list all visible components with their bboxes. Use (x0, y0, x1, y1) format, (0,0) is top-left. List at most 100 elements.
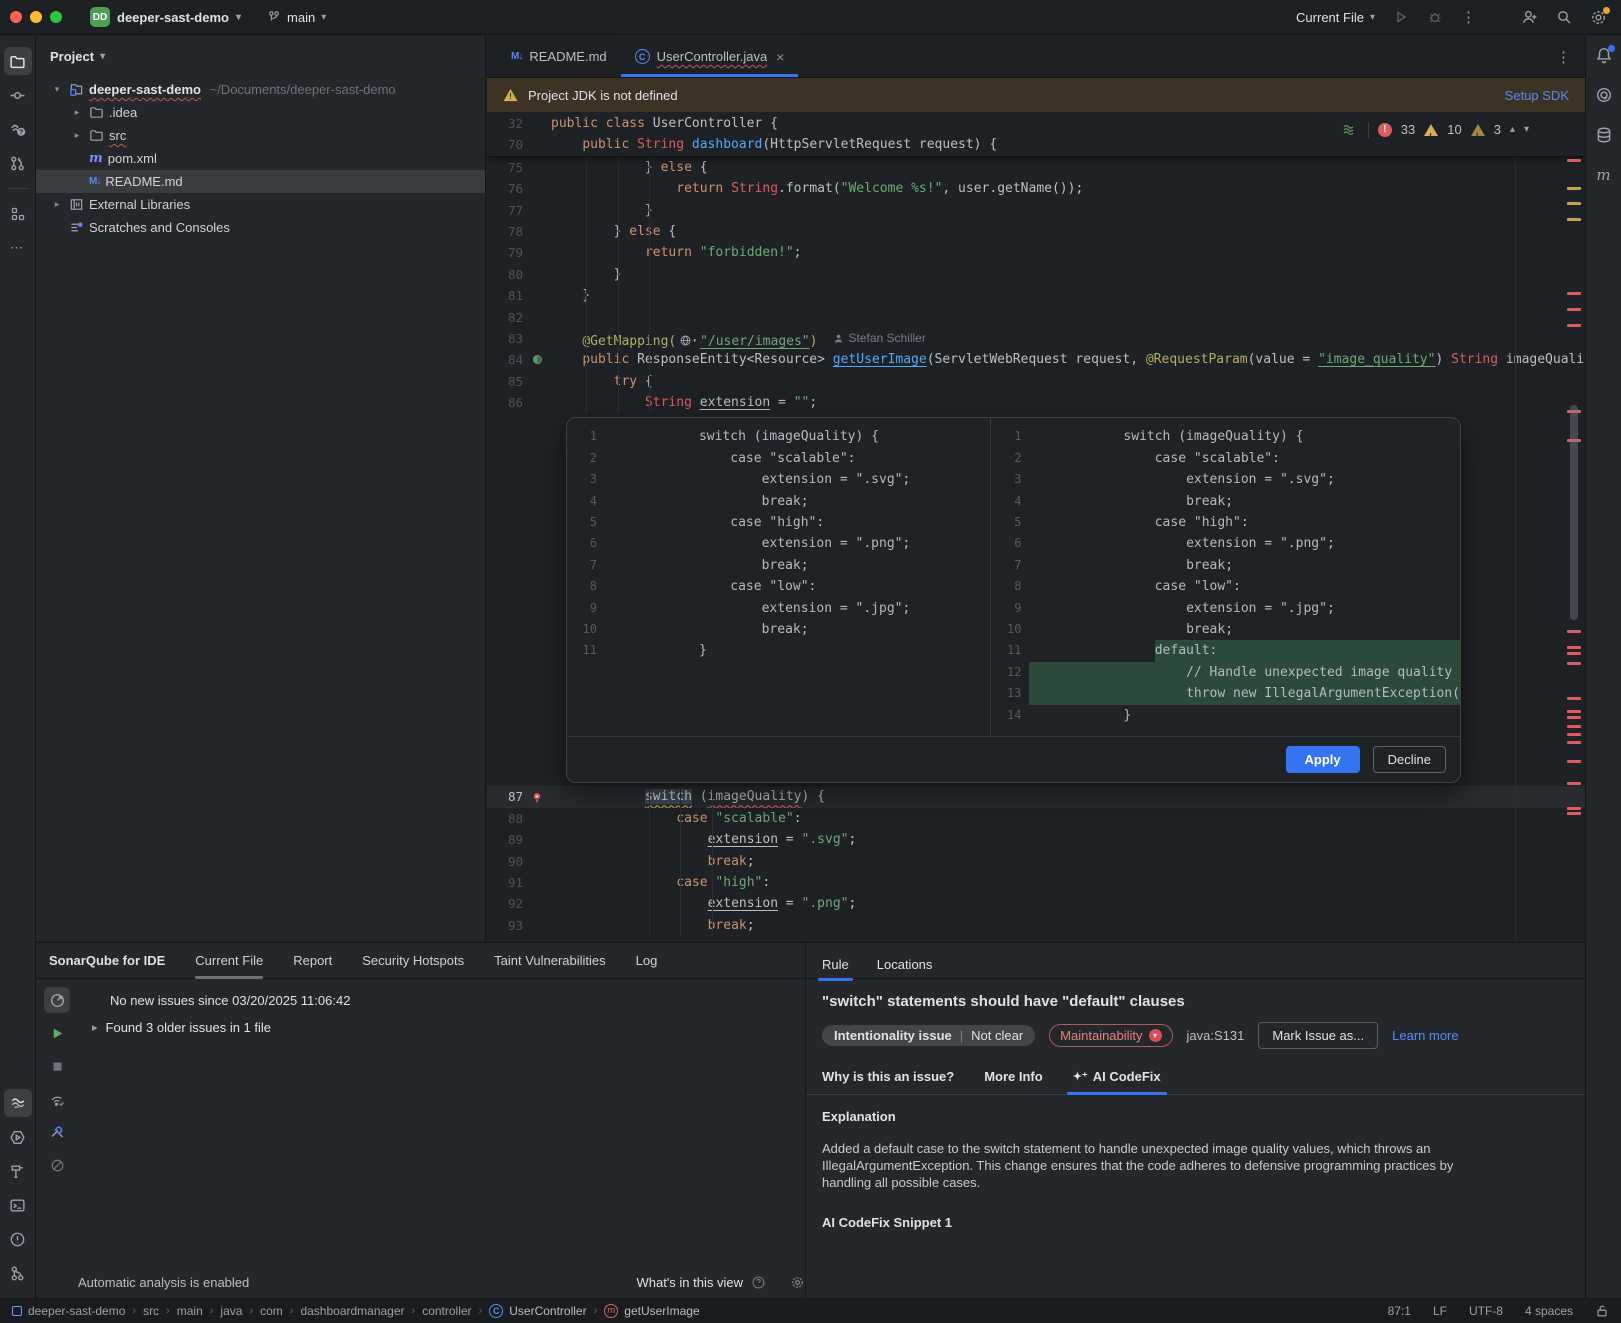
inspections-widget[interactable]: ! 33 10 3 ▴ ▾ (1342, 119, 1529, 140)
more-tools-icon[interactable]: ⋯ (4, 234, 32, 262)
tab-taint-vulnerabilities[interactable]: Taint Vulnerabilities (494, 943, 606, 979)
gutter[interactable]: 84 (487, 349, 551, 370)
close-window-button[interactable] (10, 11, 22, 23)
maintainability-badge[interactable]: Maintainability ▾ (1049, 1024, 1172, 1047)
code-line-83[interactable]: 83@GetMapping(▾"/user/images")Stefan Sch… (487, 328, 1585, 349)
project-selector[interactable]: DD deeper-sast-demo ▾ (90, 7, 241, 27)
gutter[interactable]: 93 (487, 915, 551, 936)
build-tool-icon[interactable] (4, 1157, 32, 1185)
project-tool-icon[interactable] (4, 47, 32, 75)
gutter[interactable]: 90 (487, 851, 551, 872)
breadcrumb-item-usercontroller[interactable]: CUserController (489, 1304, 586, 1318)
error-stripe-mark[interactable] (1567, 741, 1581, 744)
code-line-76[interactable]: 76return String.format("Welcome %s!", us… (487, 178, 1585, 199)
run-icon[interactable] (1393, 9, 1409, 25)
structure-tool-icon[interactable] (4, 200, 32, 228)
code-line-85[interactable]: 85try { (487, 371, 1585, 392)
debug-icon[interactable] (1427, 9, 1443, 25)
gutter[interactable]: 81 (487, 285, 551, 306)
sonarqube-tool-icon[interactable] (4, 1089, 32, 1117)
panel-settings-icon[interactable] (790, 1275, 805, 1290)
warning-stripe-mark[interactable] (1567, 187, 1581, 190)
chevron-right-icon[interactable]: ▸ (70, 107, 84, 118)
code-line-87[interactable]: 87switch (imageQuality) { (487, 786, 1585, 807)
code-line-75[interactable]: 75} else { (487, 157, 1585, 178)
tab-ai-codefix[interactable]: ✦⁺ AI CodeFix (1073, 1069, 1161, 1094)
maximize-window-button[interactable] (50, 11, 62, 23)
gutter[interactable]: 70 (487, 134, 551, 155)
minimize-window-button[interactable] (30, 11, 42, 23)
code-line-90[interactable]: 90break; (487, 851, 1585, 872)
error-stripe-mark[interactable] (1567, 716, 1581, 719)
mark-issue-as-button[interactable]: Mark Issue as... (1258, 1022, 1378, 1049)
tab-more-info[interactable]: More Info (984, 1069, 1043, 1094)
gutter[interactable]: 91 (487, 872, 551, 893)
older-issues-row[interactable]: ▸ Found 3 older issues in 1 file (92, 1008, 805, 1035)
gutter[interactable]: 87 (487, 786, 551, 807)
gutter[interactable]: 86 (487, 392, 551, 413)
code-line-86[interactable]: 86String extension = ""; (487, 392, 1585, 413)
code-line-79[interactable]: 79return "forbidden!"; (487, 242, 1585, 263)
tree-item-pom-xml[interactable]: mpom.xml (36, 147, 485, 170)
tab-locations[interactable]: Locations (877, 957, 933, 981)
gutter[interactable]: 82 (487, 307, 551, 328)
tools-icon[interactable] (44, 1119, 70, 1145)
gutter[interactable]: 78 (487, 221, 551, 242)
url-globe-icon[interactable]: ▾ (679, 330, 697, 349)
gutter[interactable]: 83 (487, 328, 551, 349)
error-stripe-mark[interactable] (1567, 652, 1581, 655)
chevron-right-icon[interactable]: ▸ (70, 130, 84, 141)
error-stripe-mark[interactable] (1567, 782, 1581, 785)
warning-count[interactable]: 10 (1447, 119, 1461, 140)
error-stripe-mark[interactable] (1567, 812, 1581, 815)
whats-in-view-label[interactable]: What's in this view (636, 1275, 743, 1290)
code-line-82[interactable]: 82 (487, 307, 1585, 328)
tree-item-readme-md[interactable]: M↓README.md (36, 170, 485, 193)
code-line-92[interactable]: 92extension = ".png"; (487, 893, 1585, 914)
tab-readme[interactable]: M↓ README.md (497, 36, 621, 77)
gutter[interactable]: 80 (487, 264, 551, 285)
cancel-icon[interactable] (44, 1152, 70, 1178)
gutter[interactable]: 76 (487, 178, 551, 199)
tab-log[interactable]: Log (636, 943, 658, 979)
error-stripe-mark[interactable] (1567, 760, 1581, 763)
settings-icon[interactable] (1590, 9, 1607, 26)
tab-why-issue[interactable]: Why is this an issue? (822, 1069, 954, 1094)
breadcrumb-item-controller[interactable]: controller (422, 1304, 471, 1318)
error-stripe-mark[interactable] (1567, 308, 1581, 311)
terminal-tool-icon[interactable] (4, 1191, 32, 1219)
code-line-89[interactable]: 89extension = ".svg"; (487, 829, 1585, 850)
add-user-icon[interactable] (1521, 9, 1538, 26)
error-stripe-mark[interactable] (1567, 807, 1581, 810)
gutter[interactable]: 32 (487, 113, 551, 134)
chevron-right-icon[interactable]: ▸ (50, 199, 64, 210)
decline-button[interactable]: Decline (1373, 746, 1446, 773)
error-stripe-mark[interactable] (1567, 662, 1581, 665)
breadcrumb-item-deeper-sast-demo[interactable]: deeper-sast-demo (12, 1304, 125, 1318)
window-controls[interactable] (10, 11, 62, 23)
run-tool-icon[interactable] (4, 1123, 32, 1151)
maven-icon[interactable]: m (1596, 166, 1610, 184)
gutter[interactable]: 85 (487, 371, 551, 392)
gutter[interactable]: 79 (487, 242, 551, 263)
warning-stripe-mark[interactable] (1567, 218, 1581, 221)
code-line-78[interactable]: 78} else { (487, 221, 1585, 242)
chevron-down-icon[interactable]: ▾ (1524, 119, 1529, 140)
breadcrumb[interactable]: deeper-sast-demo›src›main›java›com›dashb… (12, 1304, 700, 1318)
play-icon[interactable] (44, 1020, 70, 1046)
code-line-80[interactable]: 80} (487, 264, 1585, 285)
error-stripe-mark[interactable] (1567, 324, 1581, 327)
gutter[interactable]: 89 (487, 829, 551, 850)
tab-current-file[interactable]: Current File (195, 943, 263, 979)
kebab-menu-icon[interactable]: ⋮ (1461, 8, 1477, 26)
chevron-down-icon[interactable]: ▾ (50, 84, 64, 95)
close-icon[interactable]: × (776, 49, 784, 65)
notifications-icon[interactable] (1595, 46, 1613, 64)
code-line-84[interactable]: 84public ResponseEntity<Resource> getUse… (487, 349, 1585, 370)
caret-position[interactable]: 87:1 (1388, 1304, 1411, 1318)
code-area[interactable]: ! 33 10 3 ▴ ▾ 32public class UserControl… (487, 113, 1585, 941)
tab-report[interactable]: Report (293, 943, 332, 979)
commit-tool-icon[interactable] (4, 81, 32, 109)
stop-icon[interactable] (44, 1053, 70, 1079)
code-line-81[interactable]: 81} (487, 285, 1585, 306)
